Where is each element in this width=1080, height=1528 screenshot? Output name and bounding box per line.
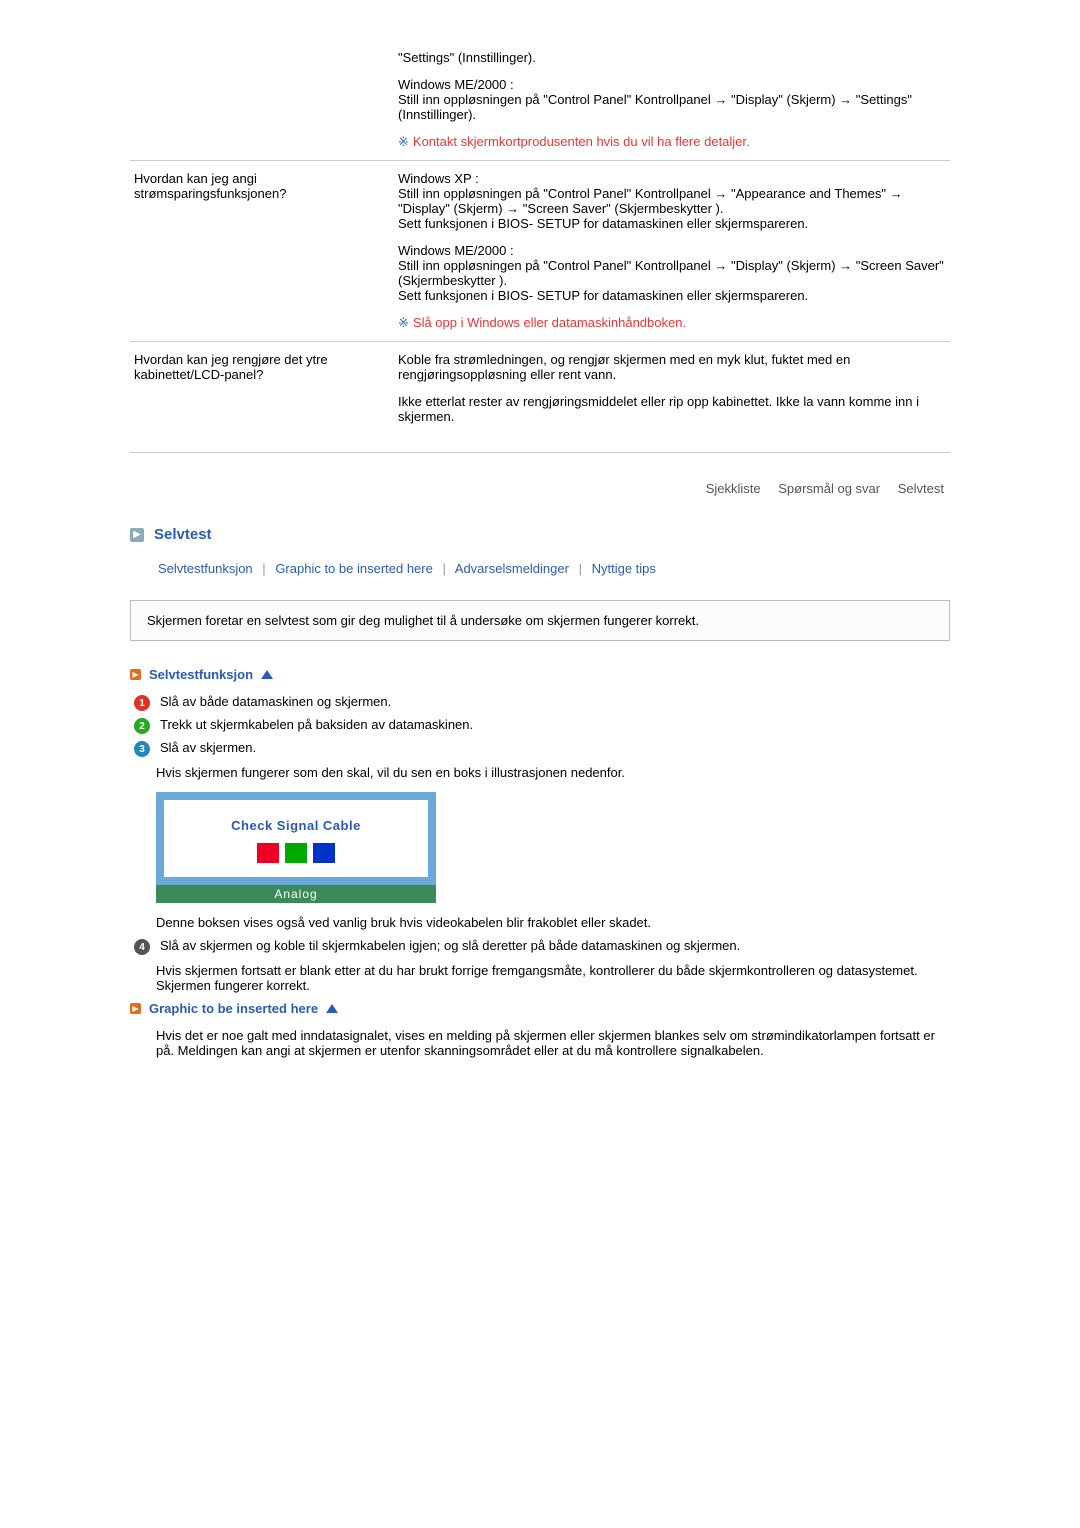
- step-item: 3 Slå av skjermen.: [134, 740, 950, 757]
- subheading-row: ▶ Graphic to be inserted here: [130, 1001, 950, 1016]
- green-square-icon: [285, 843, 307, 863]
- step-number-icon: 1: [134, 695, 150, 711]
- sublink-selvtestfunksjon[interactable]: Selvtestfunksjon: [158, 561, 253, 576]
- divider: [130, 452, 950, 453]
- faq-answer-text: Windows XP : Still inn oppløsningen på "…: [398, 171, 946, 231]
- sublink-nyttige-tips[interactable]: Nyttige tips: [592, 561, 656, 576]
- step-text: Trekk ut skjermkabelen på baksiden av da…: [160, 717, 950, 732]
- faq-answer-text: "Settings" (Innstillinger).: [398, 50, 946, 65]
- step-followup-text: Hvis skjermen fungerer som den skal, vil…: [156, 765, 950, 780]
- subheading-selvtestfunksjon: Selvtestfunksjon: [149, 667, 253, 682]
- link-separator: |: [579, 561, 582, 576]
- section-title-row: ▶ Selvtest: [130, 526, 950, 543]
- sublink-graphic[interactable]: Graphic to be inserted here: [275, 561, 433, 576]
- faq-row: Hvordan kan jeg rengjøre det ytre kabine…: [130, 342, 950, 447]
- faq-answer-text: Windows ME/2000 : Still inn oppløsningen…: [398, 77, 946, 122]
- step-number-icon: 3: [134, 741, 150, 757]
- graphic-body-text: Hvis det er noe galt med inndatasignalet…: [156, 1028, 950, 1058]
- step-item: 1 Slå av både datamaskinen og skjermen.: [134, 694, 950, 711]
- step-text: Slå av skjermen.: [160, 740, 950, 755]
- link-separator: |: [262, 561, 265, 576]
- faq-answer-text: Koble fra strømledningen, og rengjør skj…: [398, 352, 946, 382]
- step-text: Slå av skjermen og koble til skjermkabel…: [160, 938, 950, 953]
- nav-link-sjekkliste[interactable]: Sjekkliste: [706, 481, 761, 496]
- note-icon: ※: [398, 134, 409, 149]
- monitor-illustration: Check Signal Cable Analog: [156, 792, 436, 903]
- faq-row: "Settings" (Innstillinger). Windows ME/2…: [130, 40, 950, 161]
- faq-question: [130, 40, 394, 161]
- intro-text: Skjermen foretar en selvtest som gir deg…: [147, 613, 699, 628]
- subhead-bullet-icon: ▶: [130, 1003, 141, 1014]
- intro-box: Skjermen foretar en selvtest som gir deg…: [130, 600, 950, 641]
- page-container: "Settings" (Innstillinger). Windows ME/2…: [130, 0, 950, 1146]
- faq-answer-text: Windows ME/2000 : Still inn oppløsningen…: [398, 243, 946, 303]
- subheading-row: ▶ Selvtestfunksjon: [130, 667, 950, 682]
- back-to-top-icon[interactable]: [326, 1004, 338, 1013]
- nav-link-sporsmal[interactable]: Spørsmål og svar: [778, 481, 880, 496]
- section-title: Selvtest: [154, 526, 212, 543]
- steps-list: 1 Slå av både datamaskinen og skjermen. …: [134, 694, 950, 757]
- nav-link-selvtest[interactable]: Selvtest: [898, 481, 944, 496]
- section-sublinks: Selvtestfunksjon | Graphic to be inserte…: [158, 561, 950, 576]
- faq-question: Hvordan kan jeg rengjøre det ytre kabine…: [130, 342, 394, 447]
- faq-answer-cell: Windows XP : Still inn oppløsningen på "…: [394, 161, 950, 342]
- color-squares: [174, 843, 418, 863]
- after-image-text: Denne boksen vises også ved vanlig bruk …: [156, 915, 950, 930]
- back-to-top-icon[interactable]: [261, 670, 273, 679]
- note-icon: ※: [398, 315, 409, 330]
- red-square-icon: [257, 843, 279, 863]
- step-text: Slå av både datamaskinen og skjermen.: [160, 694, 950, 709]
- faq-table: "Settings" (Innstillinger). Windows ME/2…: [130, 40, 950, 446]
- step-followup-text: Hvis skjermen fortsatt er blank etter at…: [156, 963, 950, 993]
- faq-answer-text: Ikke etterlat rester av rengjøringsmidde…: [398, 394, 946, 424]
- faq-row: Hvordan kan jeg angi strømsparingsfunksj…: [130, 161, 950, 342]
- monitor-screen: Check Signal Cable: [156, 792, 436, 885]
- steps-list-cont: 4 Slå av skjermen og koble til skjermkab…: [134, 938, 950, 955]
- section-nav: Sjekkliste Spørsmål og svar Selvtest: [130, 481, 944, 496]
- monitor-footer-label: Analog: [156, 885, 436, 903]
- blue-square-icon: [313, 843, 335, 863]
- faq-answer-cell: "Settings" (Innstillinger). Windows ME/2…: [394, 40, 950, 161]
- section-bullet-icon: ▶: [130, 528, 144, 542]
- faq-note: ※Kontakt skjermkortprodusenten hvis du v…: [398, 134, 946, 150]
- faq-note: ※Slå opp i Windows eller datamaskinhåndb…: [398, 315, 946, 331]
- faq-question: Hvordan kan jeg angi strømsparingsfunksj…: [130, 161, 394, 342]
- faq-answer-cell: Koble fra strømledningen, og rengjør skj…: [394, 342, 950, 447]
- sublink-advarsel[interactable]: Advarselsmeldinger: [455, 561, 569, 576]
- step-item: 2 Trekk ut skjermkabelen på baksiden av …: [134, 717, 950, 734]
- monitor-message: Check Signal Cable: [174, 818, 418, 833]
- subhead-bullet-icon: ▶: [130, 669, 141, 680]
- step-number-icon: 4: [134, 939, 150, 955]
- step-number-icon: 2: [134, 718, 150, 734]
- subheading-graphic: Graphic to be inserted here: [149, 1001, 318, 1016]
- link-separator: |: [442, 561, 445, 576]
- step-item: 4 Slå av skjermen og koble til skjermkab…: [134, 938, 950, 955]
